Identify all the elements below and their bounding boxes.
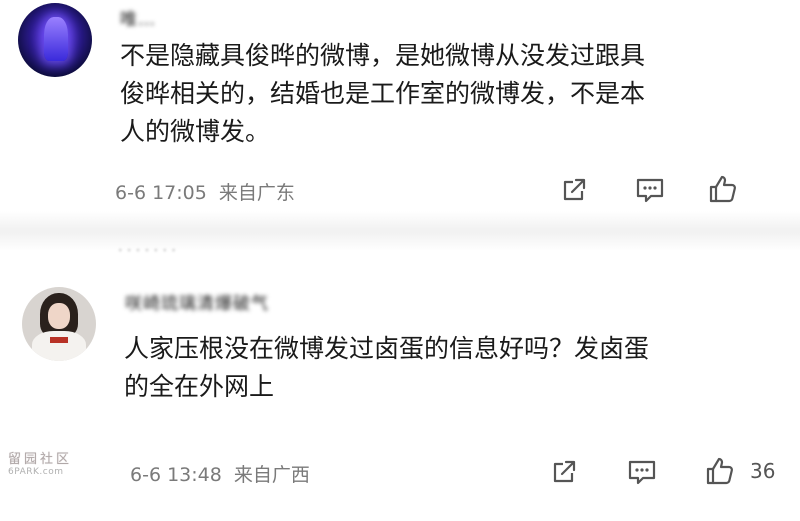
watermark-logo-text: 留园社区 (8, 452, 73, 467)
comment-line: 的全在外网上 (124, 372, 275, 401)
share-button[interactable] (548, 456, 580, 488)
comment-text: 不是隐藏具俊晔的微博，是她微博从没发过跟具 俊晔相关的，结婚也是工作室的微博发，… (120, 37, 645, 151)
username[interactable]: 咲崎琉璃清爆破气 (125, 289, 269, 314)
thumbs-up-icon (709, 175, 736, 203)
username[interactable]: 唯… (120, 5, 156, 30)
comment-meta: 6-6 13:48 来自广西 (130, 460, 310, 487)
timestamp: 6-6 13:48 (130, 464, 222, 486)
avatar-figure (44, 17, 68, 61)
avatar-stripe (50, 337, 68, 343)
like-count: 36 (750, 459, 776, 483)
comment-line: 人的微博发。 (120, 117, 271, 146)
comment-line: 俊晔相关的，结婚也是工作室的微博发，不是本 (120, 79, 646, 108)
comment-line: 人家压根没在微博发过卤蛋的信息好吗？发卤蛋 (124, 334, 650, 363)
share-icon (563, 178, 586, 201)
comment-button[interactable] (625, 456, 659, 488)
like-button[interactable] (703, 454, 737, 488)
thumbs-up-icon (706, 457, 733, 485)
comment-icon (628, 460, 656, 485)
avatar[interactable] (22, 287, 96, 361)
avatar-face (48, 303, 70, 329)
comment-icon (636, 178, 664, 203)
location: 来自广西 (233, 464, 310, 486)
avatar-shirt (32, 331, 86, 361)
location: 来自广东 (218, 182, 295, 204)
watermark: 留园社区 6PARK.com (8, 448, 86, 477)
avatar[interactable] (18, 3, 92, 77)
share-button[interactable] (558, 174, 590, 206)
like-button[interactable] (706, 172, 740, 206)
comment-text: 人家压根没在微博发过卤蛋的信息好吗？发卤蛋 的全在外网上 (124, 330, 649, 406)
timestamp: 6-6 17:05 (115, 182, 207, 204)
comment-meta: 6-6 17:05 来自广东 (115, 178, 295, 205)
share-icon (553, 460, 576, 483)
comment-button[interactable] (633, 174, 667, 206)
partial-username: · · · · · · · (118, 243, 176, 259)
watermark-url: 6PARK.com (8, 467, 64, 477)
comment-line: 不是隐藏具俊晔的微博，是她微博从没发过跟具 (120, 41, 646, 70)
